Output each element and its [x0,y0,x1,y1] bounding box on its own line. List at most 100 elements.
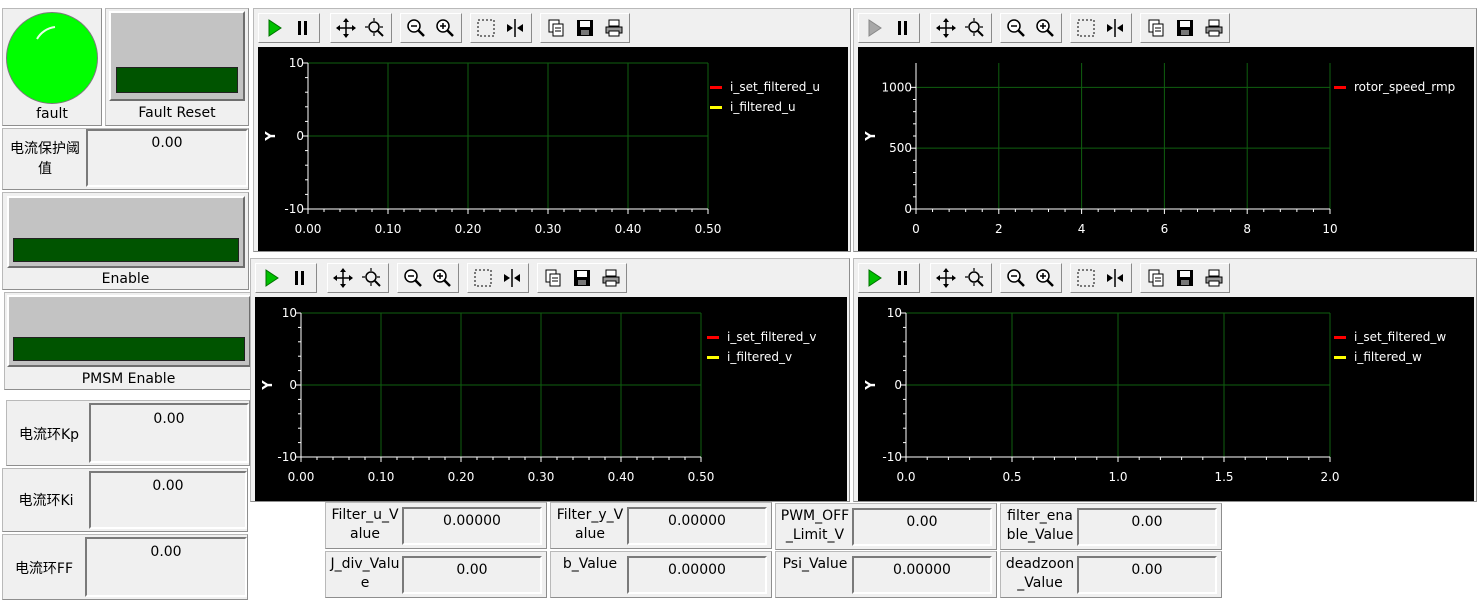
param-value: 0.00 [1131,514,1163,530]
print-button[interactable] [598,265,624,291]
param-field[interactable]: 0.00 [852,508,992,546]
param-field[interactable]: 0.00 [1077,556,1217,594]
enable-panel: Enable [2,192,249,290]
cursor-icon [504,269,520,287]
select-box-icon [1077,269,1095,287]
fault-indicator-panel: fault [2,8,102,126]
print-button[interactable] [601,15,627,41]
enable-label: Enable [101,271,150,287]
print-button[interactable] [1201,265,1227,291]
zoom-in-icon [433,269,451,287]
fault-label: fault [36,106,68,122]
param-label: Filter_y_Value [556,507,624,542]
zoom-in-button[interactable] [1032,265,1058,291]
play-icon [268,19,282,37]
zoom-out-button[interactable] [1003,265,1029,291]
kp-field[interactable]: 0.00 [89,403,249,463]
ki-field[interactable]: 0.00 [89,471,247,529]
play-button[interactable] [258,265,284,291]
zoom-area-button[interactable] [362,15,388,41]
param-label: Filter_u_Value [331,507,399,542]
zoom-area-button[interactable] [962,265,988,291]
zoom-area-icon [365,18,384,37]
param-field[interactable]: 0.00 [1077,508,1217,546]
pan-icon [936,268,956,288]
copy-button[interactable] [1143,265,1169,291]
enable-button[interactable] [7,196,245,268]
param-panel: filter_enable_Value 0.00 [1000,503,1222,550]
zoom-area-button[interactable] [962,15,988,41]
ff-field[interactable]: 0.00 [85,537,247,597]
select-box-button[interactable] [470,265,496,291]
x-tick-label: 0.20 [455,222,482,236]
zoom-out-button[interactable] [400,265,426,291]
print-button[interactable] [1201,15,1227,41]
zoom-in-button[interactable] [432,15,458,41]
chart-v-plot[interactable]: 0.00 0.10 0.20 0.30 0.40 0.50 -10 0 10 Yi_set_fil… [255,297,847,501]
zoom-in-button[interactable] [429,265,455,291]
kp-label: 电流环Kp [18,427,80,443]
save-button[interactable] [572,15,598,41]
pan-button[interactable] [933,15,959,41]
y-axis-label: Y [264,131,279,142]
select-box-button[interactable] [473,15,499,41]
legend-item: rotor_speed_rmp [1334,77,1455,97]
copy-button[interactable] [543,15,569,41]
pause-icon [298,21,307,35]
pmsm-enable-button[interactable] [7,295,251,367]
cursor-button[interactable] [1102,15,1128,41]
save-button[interactable] [1172,265,1198,291]
current-protect-field[interactable]: 0.00 [86,129,248,187]
chart-u-plot[interactable]: 0.00 0.10 0.20 0.30 0.40 0.50 -10 0 10 Yi_set_fil… [258,47,848,251]
copy-button[interactable] [1143,15,1169,41]
chart-toolbar [858,13,1472,43]
param-field[interactable]: 0.00000 [627,507,767,545]
pan-button[interactable] [330,265,356,291]
legend-item: i_set_filtered_v [707,327,816,347]
save-icon [574,270,590,286]
legend-swatch [1334,356,1346,359]
pause-button[interactable] [890,265,916,291]
zoom-out-button[interactable] [1003,15,1029,41]
save-icon [1177,270,1193,286]
x-tick-label: 0.10 [375,222,402,236]
play-button[interactable] [261,15,287,41]
fault-reset-button[interactable] [109,11,245,101]
chart-w-plot[interactable]: 0.0 0.5 1.0 1.5 2.0 -10 0 10 Yi_set_filtered_w i_… [858,297,1474,501]
y-tick-label: 0 [289,378,297,392]
save-button[interactable] [1172,15,1198,41]
ff-value: 0.00 [150,544,182,560]
param-value: 0.00 [456,562,488,578]
y-tick-label: 10 [289,56,304,70]
legend-label: i_set_filtered_v [727,330,817,344]
cursor-button[interactable] [499,265,525,291]
select-box-button[interactable] [1073,265,1099,291]
pause-button[interactable] [287,265,313,291]
cursor-button[interactable] [502,15,528,41]
zoom-area-button[interactable] [359,265,385,291]
pan-button[interactable] [933,265,959,291]
save-button[interactable] [569,265,595,291]
play-button[interactable] [861,15,887,41]
select-box-icon [1077,19,1095,37]
x-tick-label: 6 [1161,222,1169,236]
pause-button[interactable] [290,15,316,41]
param-field[interactable]: 0.00 [402,556,542,594]
y-tick-label: -10 [277,450,297,464]
chart-speed-plot[interactable]: 0 2 4 6 8 10 0 500 1000 Yrotor_speed_rmp [858,47,1474,251]
param-field[interactable]: 0.00000 [402,507,542,545]
play-button[interactable] [861,265,887,291]
param-value: 0.00 [1131,562,1163,578]
copy-button[interactable] [540,265,566,291]
zoom-out-button[interactable] [403,15,429,41]
param-field[interactable]: 0.00000 [852,556,992,594]
legend-label: rotor_speed_rmp [1354,80,1456,94]
param-panel: Psi_Value 0.00000 [775,551,997,598]
cursor-button[interactable] [1102,265,1128,291]
pan-button[interactable] [333,15,359,41]
pause-button[interactable] [890,15,916,41]
select-box-button[interactable] [1073,15,1099,41]
zoom-in-button[interactable] [1032,15,1058,41]
param-field[interactable]: 0.00000 [627,556,767,594]
y-tick-label: 1000 [881,80,912,94]
